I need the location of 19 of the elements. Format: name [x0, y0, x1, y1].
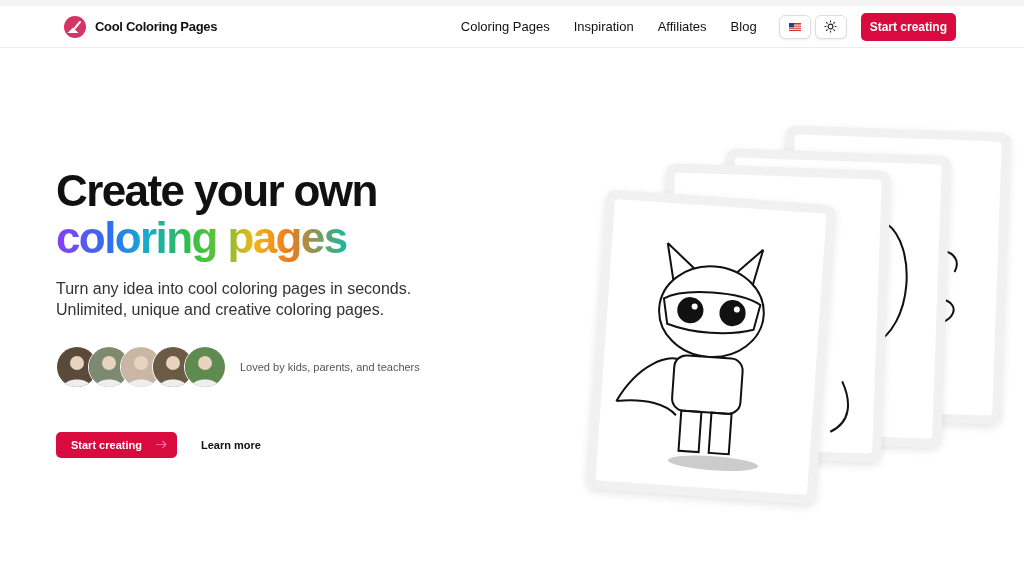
- nav-link[interactable]: Affiliates: [657, 19, 707, 34]
- start-creating-button[interactable]: Start creating: [860, 12, 956, 41]
- hero-subtitle: Turn any idea into cool coloring pages in seconds.: [56, 278, 413, 299]
- brush-logo-icon[interactable]: [64, 15, 86, 38]
- flag-icon: [788, 22, 801, 31]
- start-creating-button[interactable]: Start creating: [56, 431, 177, 458]
- avatar: [184, 345, 226, 388]
- sun-icon: [824, 20, 838, 33]
- learn-more-link[interactable]: Learn more: [200, 438, 261, 451]
- hero-subtitle: Unlimited, unique and creative coloring pages.: [56, 299, 386, 320]
- hero-title: Create your own: [56, 166, 378, 214]
- brand-name[interactable]: Cool Coloring Pages: [95, 19, 218, 34]
- nav-link[interactable]: Coloring Pages: [460, 19, 550, 34]
- social-proof-text: Loved by kids, parents, and teachers: [240, 360, 420, 373]
- arrow-right-icon: [155, 440, 167, 449]
- nav-link[interactable]: Inspiration: [573, 19, 634, 34]
- nav-link[interactable]: Blog: [730, 19, 757, 34]
- theme-toggle-button[interactable]: [814, 14, 847, 39]
- language-button[interactable]: [778, 14, 811, 39]
